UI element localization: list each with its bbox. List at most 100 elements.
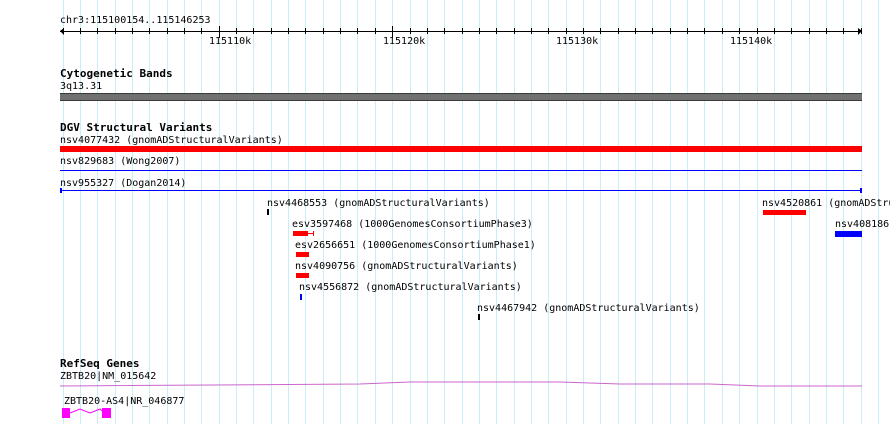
feature-label: nsv4556872 (gnomADStructuralVariants)	[299, 282, 522, 293]
grid-line	[583, 0, 584, 424]
variant-bar-gain[interactable]	[293, 231, 308, 236]
ruler-tick	[97, 28, 98, 34]
feature-label: nsv4090756 (gnomADStructuralVariants)	[295, 261, 518, 272]
variant-bar-loss[interactable]	[60, 190, 862, 191]
feature-label: nsv408186	[835, 219, 890, 230]
grid-line	[618, 0, 619, 424]
ruler-tick	[531, 28, 532, 34]
ruler-tick	[427, 28, 428, 34]
variant-bar[interactable]	[267, 209, 269, 215]
feature-label: nsv955327 (Dogan2014)	[60, 178, 187, 189]
variant-bar-gain[interactable]	[60, 146, 862, 152]
gene-zbtb20-transcript[interactable]	[60, 378, 862, 390]
grid-line	[861, 0, 862, 424]
grid-line	[201, 0, 202, 424]
ruler-tick	[340, 28, 341, 34]
ruler-tick	[583, 28, 584, 34]
grid-line	[375, 0, 376, 424]
ruler-label-115110k: 115110k	[209, 36, 252, 47]
variant-end-tick	[313, 231, 314, 236]
ruler-tick	[566, 28, 567, 34]
ruler-tick	[184, 28, 185, 34]
grid-line	[323, 0, 324, 424]
grid-line	[600, 0, 601, 424]
feature-label: nsv4468553 (gnomADStructuralVariants)	[267, 198, 490, 209]
location-label: chr3:115100154..115146253	[60, 15, 211, 26]
grid-line	[305, 0, 306, 424]
ruler-tick	[652, 28, 653, 34]
grid-line	[219, 0, 220, 424]
ruler-tick	[132, 28, 133, 34]
grid-line	[739, 0, 740, 424]
ruler-tick	[722, 28, 723, 34]
feature-label: nsv4520861 (gnomADStru	[762, 198, 890, 209]
grid-line	[479, 0, 480, 424]
ruler-tick	[80, 28, 81, 34]
feature-label: nsv4077432 (gnomADStructuralVariants)	[60, 135, 283, 146]
grid-line	[357, 0, 358, 424]
grid-line	[167, 0, 168, 424]
variant-bar-loss[interactable]	[60, 170, 862, 171]
ruler-tick	[410, 28, 411, 34]
grid-line	[392, 0, 393, 424]
variant-bar-loss[interactable]	[300, 294, 302, 300]
ruler-tick	[444, 28, 445, 34]
grid-line	[652, 0, 653, 424]
ruler-tick	[704, 28, 705, 34]
ruler-tick	[687, 28, 688, 34]
ruler-tick	[115, 28, 116, 34]
ruler-tick	[253, 28, 254, 34]
variant-bar-gain[interactable]	[763, 210, 806, 215]
ruler-tick	[63, 28, 64, 34]
ruler-tick	[739, 28, 740, 34]
ruler-tick	[670, 28, 671, 34]
ruler-tick	[548, 28, 549, 34]
grid-line	[757, 0, 758, 424]
ruler-tick	[236, 28, 237, 34]
ruler-tick	[618, 28, 619, 34]
ruler-label-115130k: 115130k	[556, 36, 599, 47]
variant-end-tick	[860, 188, 862, 193]
variant-bar-gain[interactable]	[296, 273, 309, 278]
feature-label: nsv4467942 (gnomADStructuralVariants)	[477, 303, 700, 314]
grid-line	[670, 0, 671, 424]
grid-line	[496, 0, 497, 424]
grid-line	[566, 0, 567, 424]
variant-bar-gain[interactable]	[296, 252, 309, 257]
variant-bar-loss[interactable]	[835, 231, 862, 237]
grid-line	[514, 0, 515, 424]
ruler-tick	[167, 28, 168, 34]
grid-line	[826, 0, 827, 424]
grid-line	[149, 0, 150, 424]
grid-line	[410, 0, 411, 424]
grid-line	[531, 0, 532, 424]
gene-zbtb20-as4-transcript[interactable]	[62, 405, 116, 419]
track-title-cytogenetic-bands[interactable]: Cytogenetic Bands	[60, 68, 173, 79]
ruler-tick	[809, 28, 810, 34]
ruler-tick	[774, 28, 775, 34]
track-title-dgv-structural-variants[interactable]: DGV Structural Variants	[60, 122, 212, 133]
variant-end-tick	[60, 188, 62, 193]
ruler-tick	[757, 28, 758, 34]
ruler-tick	[791, 28, 792, 34]
variant-bar[interactable]	[478, 314, 480, 320]
feature-label: esv3597468 (1000GenomesConsortiumPhase3)	[292, 219, 533, 230]
grid-line	[878, 0, 879, 424]
genome-browser-view: chr3:115100154..115146253 115110k 115120…	[0, 0, 890, 424]
ruler-tick	[462, 28, 463, 34]
ruler-label-115140k: 115140k	[730, 36, 773, 47]
grid-line	[687, 0, 688, 424]
grid-line	[444, 0, 445, 424]
grid-line	[184, 0, 185, 424]
grid-line	[340, 0, 341, 424]
ruler-tick	[357, 28, 358, 34]
feature-label: nsv829683 (Wong2007)	[60, 156, 181, 167]
grid-line	[462, 0, 463, 424]
cytoband-bar[interactable]	[60, 93, 862, 101]
grid-line	[271, 0, 272, 424]
ruler-axis	[60, 31, 862, 32]
ruler-tick	[375, 28, 376, 34]
track-title-refseq-genes[interactable]: RefSeq Genes	[60, 358, 139, 369]
ruler-tick	[635, 28, 636, 34]
ruler-tick	[600, 28, 601, 34]
